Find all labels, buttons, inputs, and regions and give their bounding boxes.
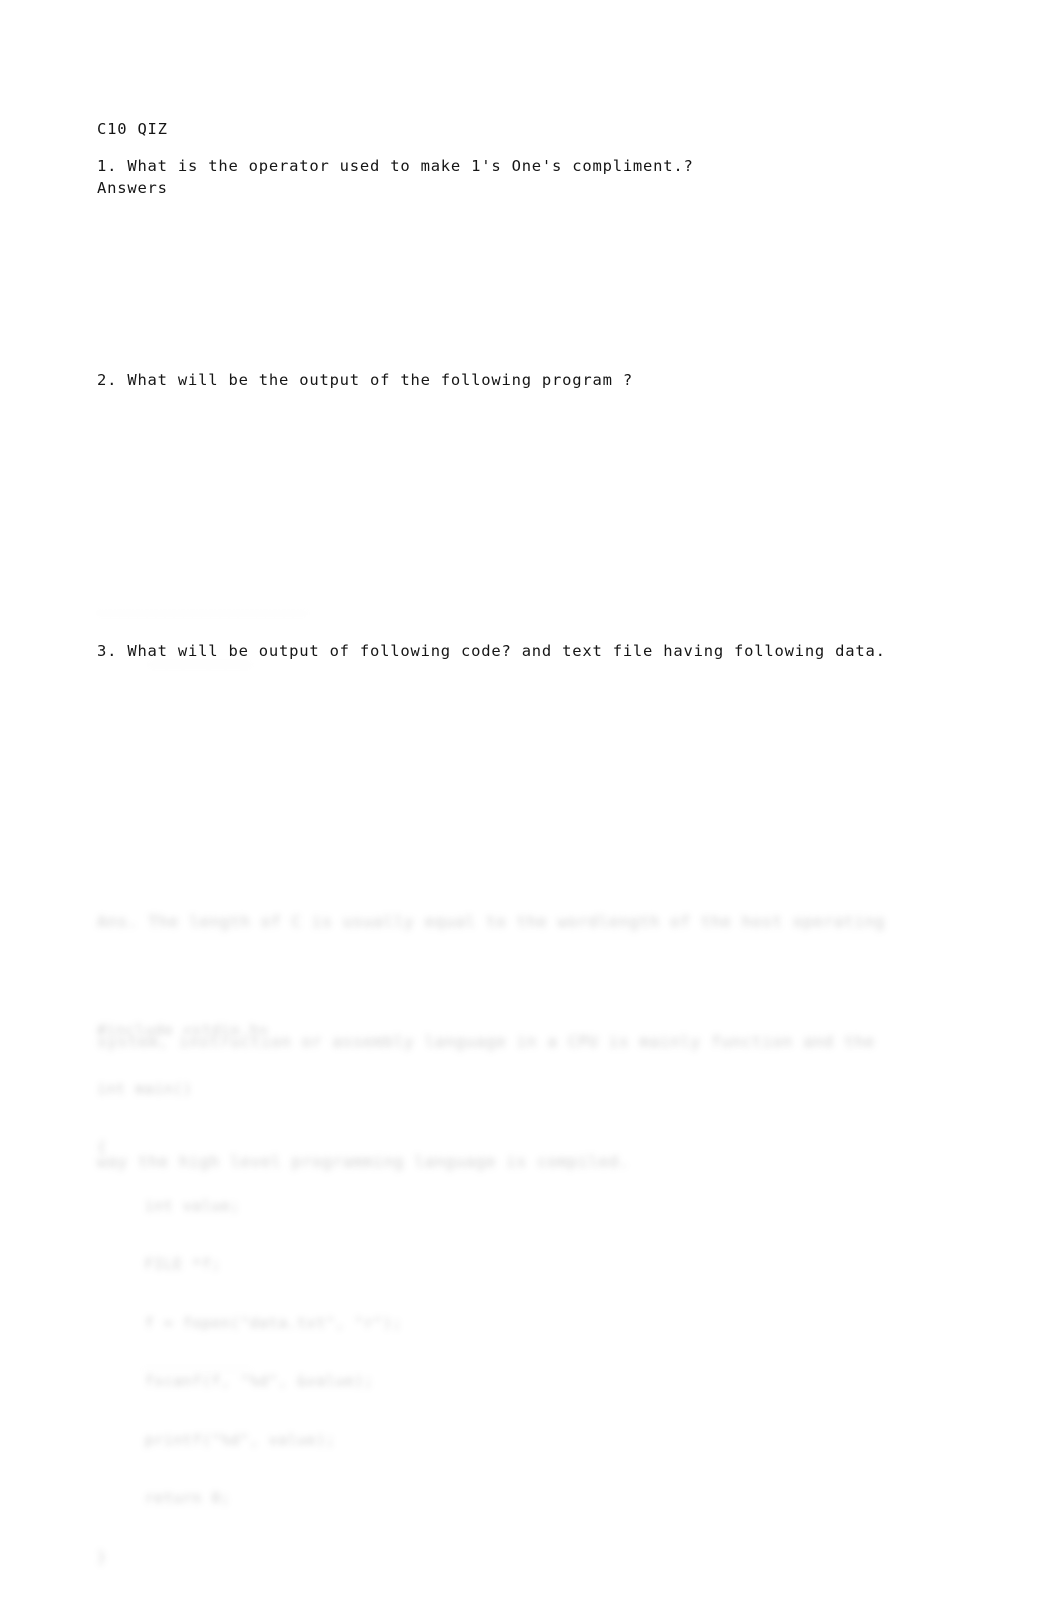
document-title: C10 QIZ [97,120,168,138]
redacted-code-line: } [97,1547,107,1566]
question-3-text: 3. What will be output of following code… [97,642,886,660]
redacted-code-line: printf("%d", value); [97,1430,336,1449]
redacted-paragraph-line: system, instruction or assembly language… [97,1032,875,1051]
redacted-paragraph-line: Ans. The length of C is usually equal to… [97,912,885,931]
document-page: C10 QIZ 1. What is the operator used to … [0,0,1062,1566]
redacted-code-line: { [97,1138,107,1156]
redacted-code-line: FILE *f; [97,1255,221,1273]
redacted-code-line: int main() [97,1079,193,1098]
redacted-code-line: #include <stdio.h> [97,1021,269,1039]
redacted-rule-after-question-2: _______________________ [97,598,307,614]
redacted-code-block: #include <stdio.h> int main() { int valu… [97,982,402,1606]
redacted-code-line: int value; [97,1196,240,1215]
redacted-answer-paragraph: Ans. The length of C is usually equal to… [97,822,885,1262]
question-2-text: 2. What will be the output of the follow… [97,371,633,389]
redacted-code-line: fscanf(f, "%d", &value); [97,1372,374,1390]
redacted-paragraph-line: way the high level programming language … [97,1152,630,1171]
redacted-code-line: return 0; [97,1489,231,1507]
question-1-answers-label: Answers [97,179,168,197]
question-1-text: 1. What is the operator used to make 1's… [97,157,694,175]
redacted-footer-smudge: _____________ [143,1356,253,1371]
redacted-code-line: f = fopen("data.txt", "r"); [97,1313,402,1332]
